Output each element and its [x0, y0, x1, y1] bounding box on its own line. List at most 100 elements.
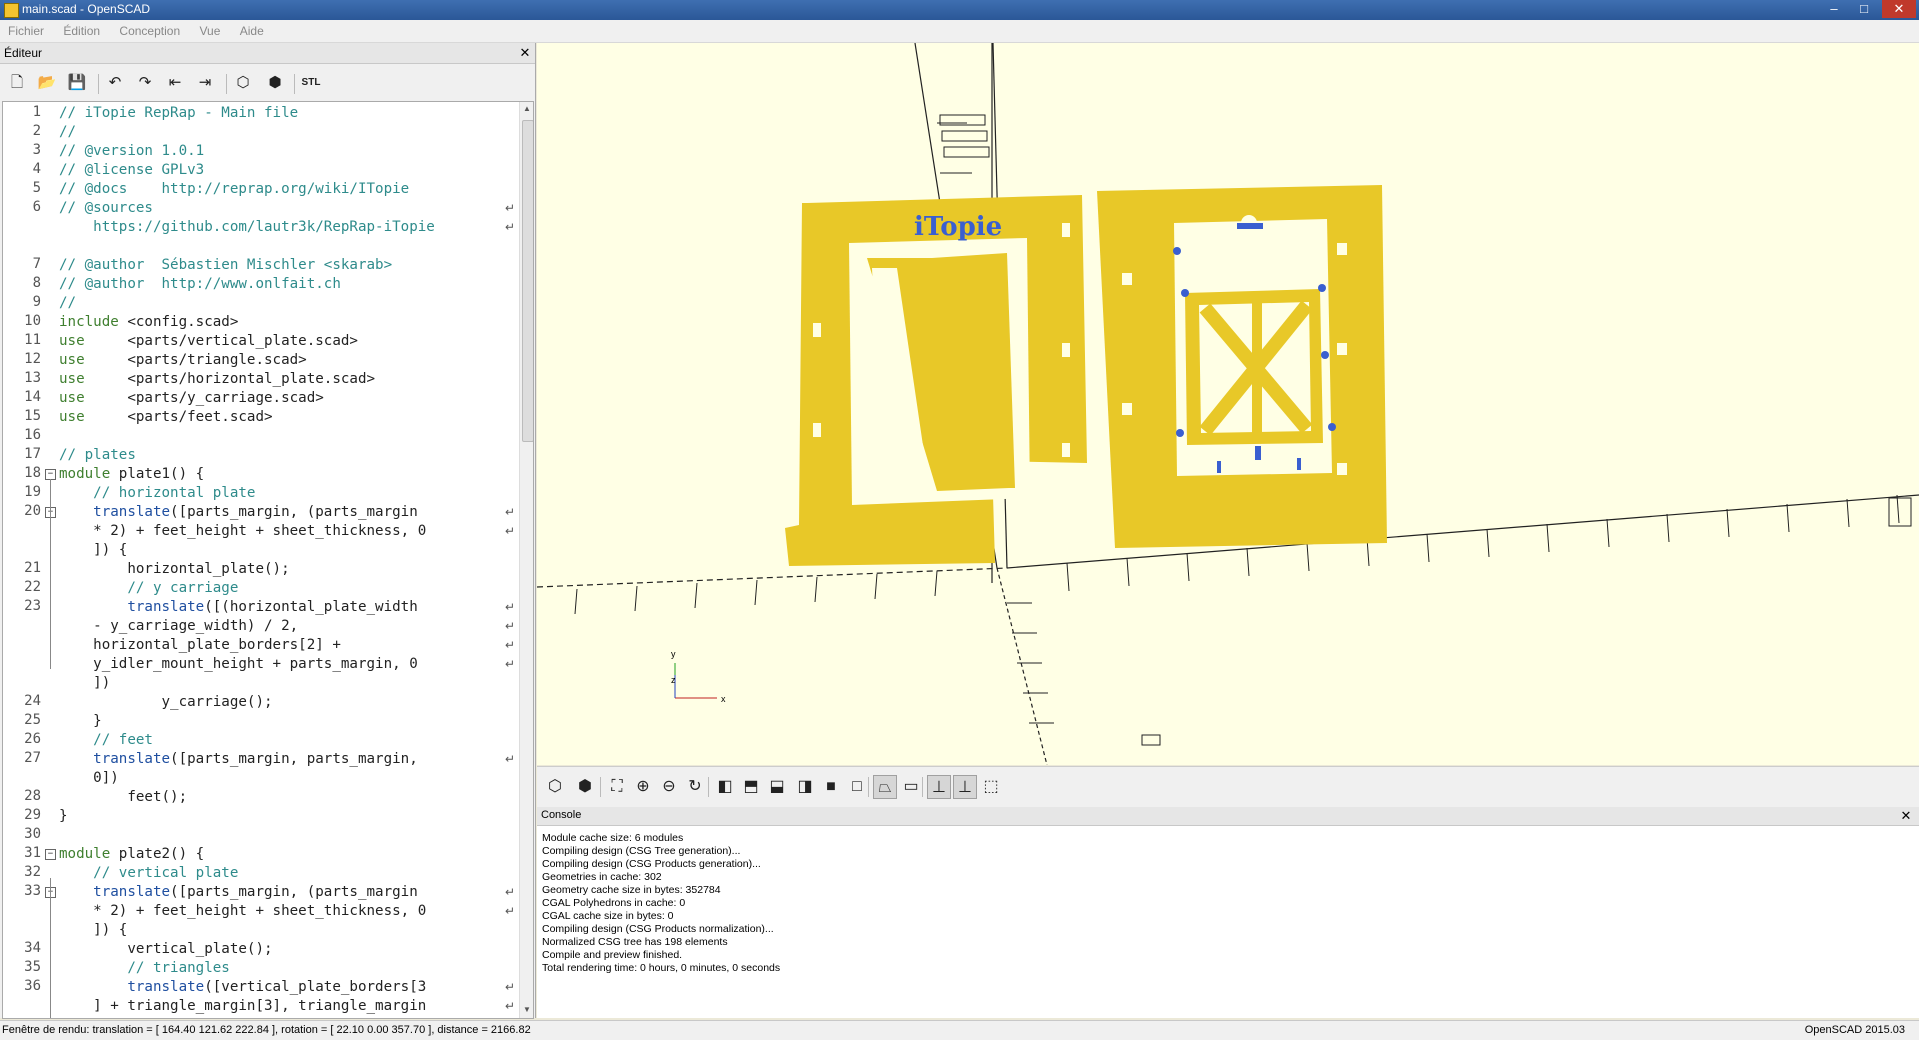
close-window-button[interactable]: ✕: [1882, 0, 1916, 18]
code-line: module plate1() {: [59, 465, 204, 484]
axis-label-z: z: [671, 675, 676, 685]
menu-conception[interactable]: Conception: [111, 20, 188, 38]
menu-edition[interactable]: Édition: [55, 20, 108, 38]
code-token: translate: [59, 979, 205, 995]
code-token: feet();: [59, 789, 188, 805]
line-wrap-icon: ↵: [505, 220, 516, 234]
zoom-out-icon[interactable]: ⊖: [657, 775, 681, 799]
line-wrap-icon: ↵: [505, 619, 516, 633]
axis-label-x: x: [721, 694, 726, 704]
console-line: Module cache size: 6 modules: [542, 832, 684, 844]
console-line: Compiling design (CSG Products normaliza…: [542, 923, 774, 935]
code-token: <parts/vertical_plate.scad>: [84, 333, 358, 349]
unindent-icon[interactable]: ⇤: [164, 72, 186, 94]
orthogonal-icon[interactable]: ▭: [899, 775, 923, 799]
code-token: use: [59, 333, 85, 349]
view-back-icon[interactable]: □: [845, 775, 869, 799]
maximize-button[interactable]: □: [1850, 0, 1878, 18]
editor-vertical-scrollbar[interactable]: ▲ ▼: [519, 102, 533, 1018]
console-title: Console: [541, 809, 582, 821]
scrollbar-thumb[interactable]: [522, 120, 533, 442]
code-line: y_carriage();: [59, 693, 272, 712]
code-token: <config.scad>: [118, 314, 239, 330]
code-token: ([vertical_plate_borders[3: [204, 979, 427, 995]
code-token: //: [59, 295, 77, 311]
title-bar: main.scad - OpenSCAD ‒ □ ✕: [0, 0, 1919, 20]
code-line: // iTopie RepRap - Main file: [59, 104, 298, 123]
line-wrap-icon: ↵: [505, 999, 516, 1013]
console-close-button[interactable]: ✕: [1899, 809, 1913, 823]
render-icon[interactable]: ⬢: [573, 775, 597, 799]
code-line: // feet: [59, 731, 153, 750]
menu-bar: Fichier Édition Conception Vue Aide: [0, 20, 1919, 43]
code-line: // y carriage: [59, 579, 238, 598]
version-label: OpenSCAD 2015.03: [1804, 1024, 1905, 1036]
open-file-icon[interactable]: 📂: [36, 72, 58, 94]
code-token: ([(horizontal_plate_width: [204, 599, 418, 615]
code-line: use <parts/triangle.scad>: [59, 351, 307, 370]
line-wrap-icon: ↵: [505, 980, 516, 994]
show-edges-icon[interactable]: ⬚: [979, 775, 1003, 799]
scroll-down-arrow-icon[interactable]: ▼: [523, 1005, 531, 1014]
code-token: // vertical plate: [59, 865, 239, 881]
preview-icon[interactable]: ⬡: [543, 775, 567, 799]
minimize-button[interactable]: ‒: [1820, 0, 1848, 18]
show-scale-markers-icon[interactable]: ⊥: [953, 775, 977, 799]
code-token: vertical_plate();: [59, 941, 273, 957]
code-line: translate([vertical_plate_borders[3: [59, 978, 426, 997]
undo-icon[interactable]: ↶: [104, 72, 126, 94]
scroll-up-arrow-icon[interactable]: ▲: [523, 104, 531, 113]
menu-vue[interactable]: Vue: [191, 20, 228, 38]
editor-close-button[interactable]: ✕: [518, 46, 532, 60]
3d-viewport[interactable]: iTopie x y z: [537, 43, 1919, 765]
code-token: horizontal_plate_borders[2] +: [59, 637, 341, 653]
axis-indicator: x y z: [671, 649, 726, 704]
status-bar: Fenêtre de rendu: translation = [ 164.40…: [0, 1020, 1919, 1040]
view-bottom-icon[interactable]: ⬓: [765, 775, 789, 799]
toolbar-separator: [600, 777, 601, 797]
view-all-icon[interactable]: ⛶: [605, 775, 629, 799]
code-token: ]) {: [59, 922, 128, 938]
right-plate: [1097, 185, 1387, 548]
code-line: // @docs http://reprap.org/wiki/ITopie: [59, 180, 409, 199]
code-token: module: [59, 466, 111, 482]
code-token: translate: [59, 599, 205, 615]
view-left-icon[interactable]: ◨: [793, 775, 817, 799]
console-output[interactable]: Module cache size: 6 modules Compiling de…: [537, 826, 1919, 1018]
code-token: ([parts_margin, (parts_margin: [170, 504, 418, 520]
code-line: feet();: [59, 788, 187, 807]
zoom-in-icon[interactable]: ⊕: [631, 775, 655, 799]
code-line: ] + triangle_margin[3], triangle_margin: [59, 997, 426, 1016]
menu-aide[interactable]: Aide: [232, 20, 272, 38]
export-stl-icon[interactable]: STL: [300, 72, 322, 94]
line-wrap-icon: ↵: [505, 600, 516, 614]
code-editor[interactable]: 123456789101112131415161718−1920−2122232…: [2, 101, 534, 1019]
code-line: ]) {: [59, 541, 127, 560]
view-front-icon[interactable]: ■: [819, 775, 843, 799]
line-wrap-icon: ↵: [505, 752, 516, 766]
perspective-icon[interactable]: ⏢: [873, 775, 897, 799]
code-line: horizontal_plate_borders[2] +: [59, 636, 341, 655]
view-top-icon[interactable]: ⬒: [739, 775, 763, 799]
preview-icon[interactable]: ⬡: [232, 72, 254, 94]
line-wrap-icon: ↵: [505, 524, 516, 538]
code-token: // y carriage: [59, 580, 239, 596]
code-line: https://github.com/lautr3k/RepRap-iTopie: [59, 218, 435, 237]
redo-icon[interactable]: ↷: [134, 72, 156, 94]
code-token: // feet: [59, 732, 153, 748]
line-wrap-icon: ↵: [505, 657, 516, 671]
code-token: }: [59, 713, 102, 729]
show-axes-icon[interactable]: ⊥: [927, 775, 951, 799]
menu-fichier[interactable]: Fichier: [0, 20, 52, 38]
new-file-icon[interactable]: 🗋: [6, 72, 28, 94]
code-token: // plates: [59, 447, 136, 463]
console-line: Normalized CSG tree has 198 elements: [542, 936, 728, 948]
render-icon[interactable]: ⬢: [264, 72, 286, 94]
code-token: <parts/horizontal_plate.scad>: [84, 371, 376, 387]
save-icon[interactable]: 💾: [66, 72, 88, 94]
indent-icon[interactable]: ⇥: [194, 72, 216, 94]
code-token: - y_carriage_width) / 2,: [59, 618, 299, 634]
code-line: use <parts/y_carriage.scad>: [59, 389, 324, 408]
view-right-icon[interactable]: ◧: [713, 775, 737, 799]
reset-view-icon[interactable]: ↻: [683, 775, 707, 799]
